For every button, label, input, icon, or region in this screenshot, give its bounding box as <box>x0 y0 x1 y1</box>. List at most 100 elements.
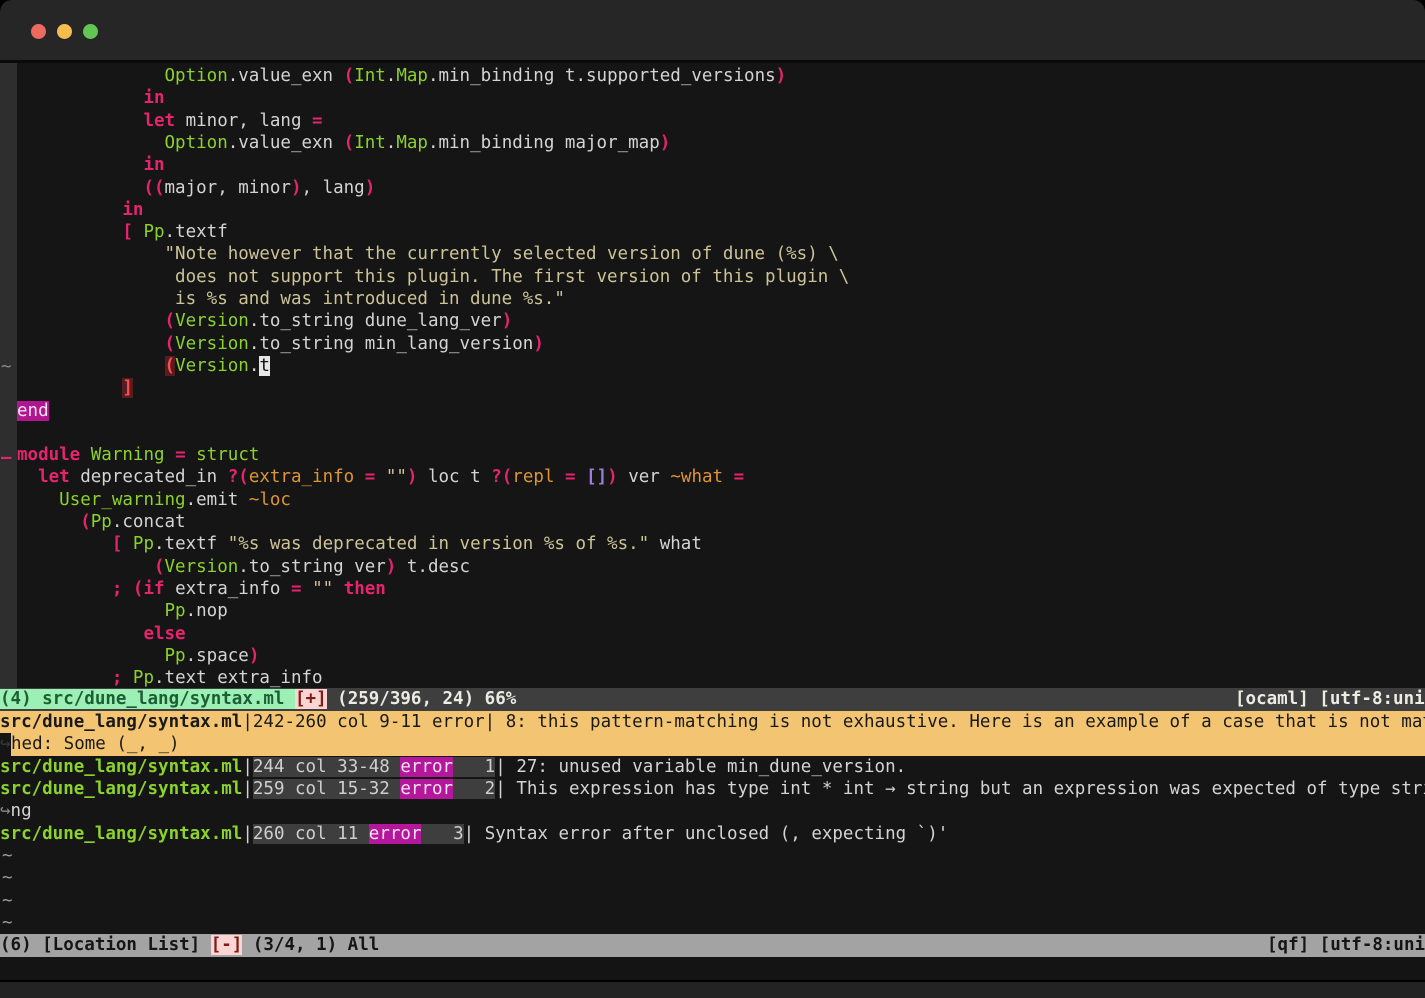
code-line: (Version.to_string ver) t.desc <box>17 556 1425 578</box>
indent <box>17 334 165 354</box>
code-token: Warning <box>91 445 165 465</box>
indent <box>17 646 165 666</box>
quickfix-row[interactable]: src/dune_lang/syntax.ml|260 col 11 error… <box>0 823 1425 845</box>
highlighted-end-keyword: end <box>17 401 49 421</box>
code-token: [] <box>586 467 607 487</box>
quickfix-row[interactable]: ↪hed: Some (_, _) <box>0 733 1425 755</box>
code-line: in <box>17 87 1425 109</box>
close-button[interactable] <box>31 24 46 39</box>
code-token: .nop <box>186 601 228 621</box>
indent <box>17 668 112 688</box>
code-line: Pp.space) <box>17 645 1425 667</box>
code-token: .space <box>186 646 249 666</box>
code-token <box>80 445 91 465</box>
code-token: ( <box>165 334 176 354</box>
code-token: ver <box>618 467 671 487</box>
error-badge: error <box>369 824 422 844</box>
quickfix-meta: 244 col 33-48 <box>253 757 401 777</box>
code-line: in <box>17 154 1425 176</box>
code-line: ((major, minor), lang) <box>17 177 1425 199</box>
code-token: = <box>291 579 302 599</box>
code-line: let deprecated_in ?(extra_info = "") loc… <box>17 466 1425 488</box>
code-line: Option.value_exn (Int.Map.min_binding ma… <box>17 132 1425 154</box>
quickfix-row[interactable]: src/dune_lang/syntax.ml|244 col 33-48 er… <box>0 756 1425 778</box>
quickfix-row[interactable]: src/dune_lang/syntax.ml|259 col 15-32 er… <box>0 778 1425 800</box>
code-token: module <box>17 445 80 465</box>
code-token: ; <box>112 668 123 688</box>
wrap-indicator-icon: ↪ <box>0 801 11 821</box>
empty-line-tilde: ~ <box>2 890 13 912</box>
code-token: ) <box>407 467 418 487</box>
title-bar[interactable] <box>0 0 1425 60</box>
code-token: repl <box>512 467 554 487</box>
indent <box>17 66 165 86</box>
indent <box>17 356 165 376</box>
quickfix-error-number: 2 <box>453 779 495 799</box>
code-line: does not support this plugin. The first … <box>17 266 1425 288</box>
indent <box>17 624 143 644</box>
code-line: (Version.to_string dune_lang_ver) <box>17 310 1425 332</box>
code-token <box>302 579 313 599</box>
quickfix-filename: src/dune_lang/syntax.ml <box>0 757 242 777</box>
code-token: .textf <box>165 222 228 242</box>
code-token: Version <box>165 557 239 577</box>
separator: | <box>242 779 253 799</box>
code-token: in <box>143 155 164 175</box>
code-token <box>122 668 133 688</box>
zoom-button[interactable] <box>83 24 98 39</box>
code-token: , lang <box>302 178 365 198</box>
code-token: Pp <box>133 668 154 688</box>
code-token <box>186 445 197 465</box>
quickfix-row[interactable]: ↪ng <box>0 800 1425 822</box>
code-line: "Note however that the currently selecte… <box>17 243 1425 265</box>
quickfix-row[interactable]: src/dune_lang/syntax.ml|242-260 col 9-11… <box>0 711 1425 733</box>
code-token <box>133 222 144 242</box>
code-line: Option.value_exn (Int.Map.min_binding t.… <box>17 65 1425 87</box>
code-token: extra_info <box>165 579 291 599</box>
indent <box>17 579 112 599</box>
code-token: t.desc <box>396 557 470 577</box>
code-line: ] <box>17 377 1425 399</box>
terminal-area[interactable]: ~ – (4) src/dune_lang/syntax.ml [+] (259… <box>0 63 1425 980</box>
statusline-loclist: (6) [Location List] [-] (3/4, 1) All[qf]… <box>0 934 1425 957</box>
code-token: is %s and was introduced in dune %s." <box>175 289 565 309</box>
indent <box>17 111 143 131</box>
code-token: (( <box>143 178 164 198</box>
indent <box>17 267 175 287</box>
code-token: Version <box>175 311 249 331</box>
code-token: ?( <box>491 467 512 487</box>
statusline-filetype: [ocaml] [utf-8:unix] <box>1235 688 1425 711</box>
quickfix-meta: 260 col 11 <box>253 824 369 844</box>
code-token: ( <box>154 557 165 577</box>
code-token: Map <box>396 66 428 86</box>
code-token <box>723 467 734 487</box>
loclist-position: (3/4, 1) All <box>242 935 379 955</box>
minimize-button[interactable] <box>57 24 72 39</box>
error-badge: error <box>400 757 453 777</box>
command-line[interactable] <box>0 957 1425 980</box>
code-token: in <box>143 88 164 108</box>
code-line: Pp.nop <box>17 600 1425 622</box>
statusline-active: (4) src/dune_lang/syntax.ml [+] (259/396… <box>0 688 1425 711</box>
loclist-filetype: [qf] [utf-8:unix] <box>1267 934 1425 957</box>
code-token: ( <box>80 512 91 532</box>
indent <box>17 378 122 398</box>
code-token: .value_exn <box>228 66 344 86</box>
indent <box>17 244 165 264</box>
separator: | <box>242 757 253 777</box>
indent <box>17 200 122 220</box>
modified-flag: [+] <box>295 689 327 709</box>
code-token: Pp <box>133 534 154 554</box>
code-token: "Note however that the currently selecte… <box>165 244 839 264</box>
code-line <box>17 422 1425 444</box>
code-token: in <box>122 200 143 220</box>
indent <box>17 133 165 153</box>
code-token: Map <box>396 133 428 153</box>
code-token: ) <box>776 66 787 86</box>
code-token: then <box>344 579 386 599</box>
cursor: t <box>259 356 270 376</box>
code-token: .textf <box>154 534 228 554</box>
code-token: ) <box>660 133 671 153</box>
sliver-dash: – <box>1 447 12 469</box>
quickfix-message-wrap: hed: Some (_, _) <box>11 734 180 754</box>
